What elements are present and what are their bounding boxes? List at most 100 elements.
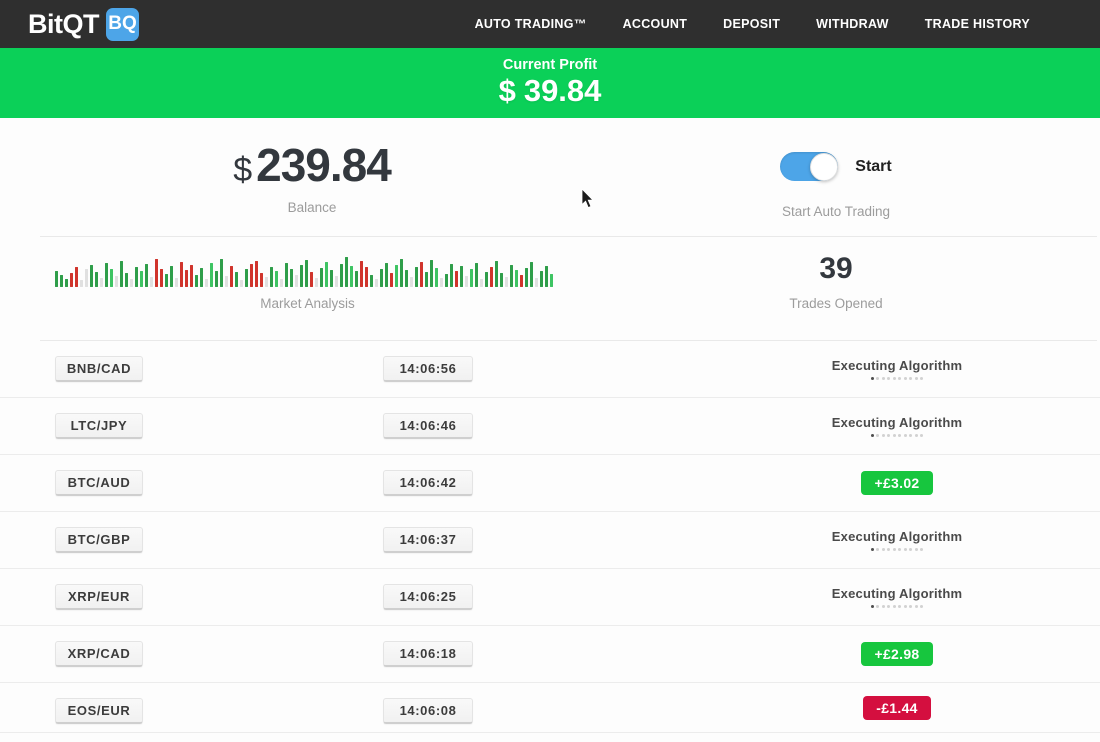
progress-dots xyxy=(871,605,924,608)
candle-bar xyxy=(530,262,533,287)
pair-badge: BTC/AUD xyxy=(55,470,143,496)
market-analysis-label: Market Analysis xyxy=(55,296,560,311)
progress-dots xyxy=(871,434,924,437)
pair-badge: EOS/EUR xyxy=(55,698,143,724)
candle-bar xyxy=(185,270,188,287)
pair-badge: XRP/EUR xyxy=(55,584,143,610)
candle-bar xyxy=(365,267,368,287)
candle-bar xyxy=(495,261,498,287)
candle-bar xyxy=(145,264,148,287)
candle-bar xyxy=(300,265,303,287)
nav-item-account[interactable]: ACCOUNT xyxy=(623,17,688,31)
candle-bar xyxy=(525,268,528,287)
candle-bar xyxy=(425,272,428,287)
time-badge: 14:06:37 xyxy=(383,527,473,553)
candle-bar xyxy=(445,274,448,287)
candle-bar xyxy=(250,264,253,287)
candle-bar xyxy=(265,277,268,287)
current-profit-banner: Current Profit $39.84 xyxy=(0,48,1100,118)
time-badge: 14:06:46 xyxy=(383,413,473,439)
executing-algorithm-label: Executing Algorithm xyxy=(832,358,962,373)
candle-bar xyxy=(140,271,143,287)
candle-bar xyxy=(480,279,483,287)
candle-bar xyxy=(540,271,543,287)
balance-label: Balance xyxy=(112,200,512,215)
candle-bar xyxy=(270,267,273,287)
candle-bar xyxy=(370,275,373,287)
candle-bar xyxy=(500,273,503,287)
candle-bar xyxy=(390,273,393,287)
candle-bar xyxy=(65,279,68,287)
executing-algorithm-label: Executing Algorithm xyxy=(832,415,962,430)
pair-badge: XRP/CAD xyxy=(55,641,143,667)
candle-bar xyxy=(485,272,488,287)
candle-bar xyxy=(150,277,153,287)
candle-bar xyxy=(415,267,418,287)
candle-bar xyxy=(275,271,278,287)
bitqt-logo[interactable]: BitQT BQ xyxy=(28,8,139,41)
candle-bar xyxy=(385,263,388,287)
candle-bar xyxy=(545,266,548,287)
candle-bar xyxy=(125,273,128,287)
profit-badge: +£2.98 xyxy=(861,642,932,666)
candle-bar xyxy=(535,278,538,287)
candle-bar xyxy=(120,261,123,287)
candle-bar xyxy=(435,268,438,287)
candle-bar xyxy=(510,265,513,287)
trade-status: -£1.44 xyxy=(787,683,1007,732)
trades-opened-label: Trades Opened xyxy=(736,296,936,311)
candle-bar xyxy=(245,269,248,287)
candle-bar xyxy=(375,279,378,287)
candle-bar xyxy=(550,274,553,287)
candle-bar xyxy=(115,276,118,287)
candle-bar xyxy=(170,266,173,287)
candle-bar xyxy=(215,271,218,287)
candle-bar xyxy=(55,271,58,287)
trade-status: +£3.02 xyxy=(787,455,1007,511)
bitqt-app: BitQT BQ AUTO TRADING™ ACCOUNT DEPOSIT WITH… xyxy=(0,0,1100,742)
main-nav: AUTO TRADING™ ACCOUNT DEPOSIT WITHDRAW TRADE… xyxy=(475,17,1100,31)
candle-bar xyxy=(220,259,223,287)
candle-bar xyxy=(320,268,323,287)
candle-bar xyxy=(155,259,158,287)
candle-bar xyxy=(350,266,353,287)
candle-bar xyxy=(355,271,358,287)
candle-bar xyxy=(470,269,473,287)
time-badge: 14:06:42 xyxy=(383,470,473,496)
auto-trading-toggle[interactable] xyxy=(780,152,838,181)
trade-status: Executing Algorithm xyxy=(787,341,1007,397)
candle-bar xyxy=(330,270,333,287)
trade-row: BTC/GBP 14:06:37 Executing Algorithm xyxy=(0,512,1100,569)
candle-bar xyxy=(295,275,298,287)
candle-bar xyxy=(405,270,408,287)
currency-symbol: $ xyxy=(499,73,516,108)
candle-bar xyxy=(310,272,313,287)
balance-block: $239.84 Balance xyxy=(112,138,512,215)
candle-bar xyxy=(175,278,178,287)
current-profit-amount: $39.84 xyxy=(0,73,1100,109)
pair-badge: BTC/GBP xyxy=(55,527,143,553)
candle-bar xyxy=(160,269,163,287)
candle-bar xyxy=(100,278,103,287)
candle-bar xyxy=(230,266,233,287)
candle-bar xyxy=(190,265,193,287)
candle-bar xyxy=(325,262,328,287)
pair-badge: BNB/CAD xyxy=(55,356,143,382)
candle-bar xyxy=(110,269,113,287)
mouse-cursor-icon xyxy=(581,189,595,209)
candle-bar xyxy=(285,263,288,287)
progress-dots xyxy=(871,548,924,551)
profit-badge: +£3.02 xyxy=(861,471,932,495)
executing-algorithm-label: Executing Algorithm xyxy=(832,529,962,544)
nav-item-trade-history[interactable]: TRADE HISTORY xyxy=(925,17,1030,31)
nav-item-auto-trading[interactable]: AUTO TRADING™ xyxy=(475,17,587,31)
candle-bar xyxy=(280,279,283,287)
nav-item-deposit[interactable]: DEPOSIT xyxy=(723,17,780,31)
nav-item-withdraw[interactable]: WITHDRAW xyxy=(816,17,889,31)
trades-opened-count: 39 xyxy=(736,252,936,286)
balance-value: 239.84 xyxy=(256,139,391,191)
candle-bar xyxy=(455,271,458,287)
candle-bar xyxy=(255,261,258,287)
candle-bar xyxy=(85,269,88,287)
candle-bar xyxy=(340,264,343,287)
